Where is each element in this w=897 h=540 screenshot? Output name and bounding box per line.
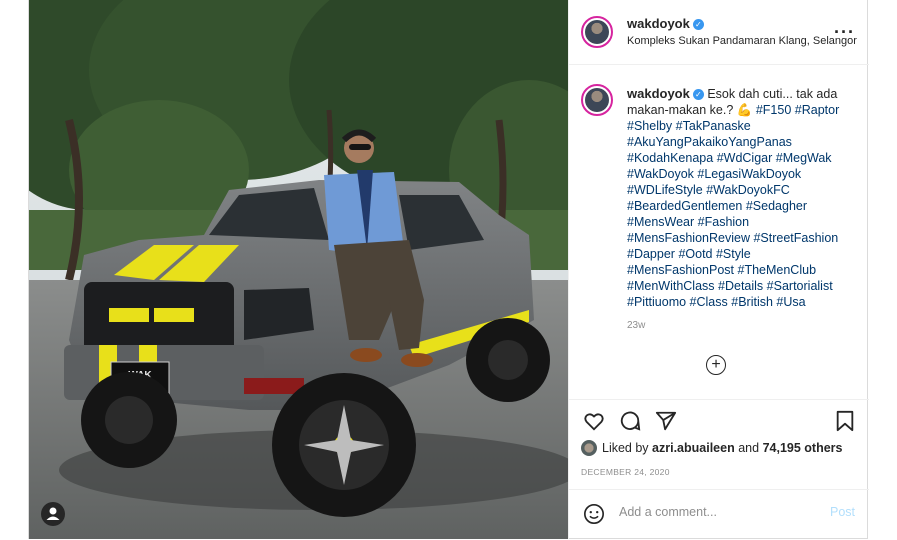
post-sidebar: wakdoyok ✓ Kompleks Sukan Pandamaran Klan… — [568, 0, 869, 539]
caption-avatar[interactable] — [581, 84, 613, 116]
hashtag-link[interactable]: #MensFashionReview — [627, 231, 750, 245]
heart-icon[interactable] — [583, 410, 605, 432]
liked-by-prefix: Liked by — [602, 441, 649, 455]
hashtag-link[interactable]: #Details — [718, 279, 763, 293]
author-avatar[interactable] — [581, 16, 613, 48]
hashtag-link[interactable]: #AkuYangPakaikoYangPanas — [627, 135, 792, 149]
hashtag-link[interactable]: #MensWear — [627, 215, 694, 229]
caption-username[interactable]: wakdoyok — [627, 86, 690, 101]
hashtag-link[interactable]: #TheMenClub — [738, 263, 817, 277]
share-icon[interactable] — [655, 410, 677, 432]
hashtag-link[interactable]: #Dapper — [627, 247, 675, 261]
truck-photo-illustration: WAK 8055 — [29, 0, 568, 539]
others-count[interactable]: 74,195 others — [763, 441, 843, 455]
hashtag-link[interactable]: #KodahKenapa — [627, 151, 713, 165]
comment-icon[interactable] — [619, 410, 641, 432]
hashtag-link[interactable]: #Sedagher — [746, 199, 807, 213]
hashtag-link[interactable]: #MegWak — [776, 151, 832, 165]
comment-input[interactable]: Add a comment... — [619, 505, 717, 519]
liker-avatar[interactable] — [581, 440, 597, 456]
author-username[interactable]: wakdoyok — [627, 16, 690, 31]
hashtag-link[interactable]: #TakPanaske — [676, 119, 751, 133]
hashtag-link[interactable]: #WdCigar — [717, 151, 773, 165]
hashtag-link[interactable]: #WakDoyokFC — [706, 183, 790, 197]
caption-text: wakdoyok ✓ Esok dah cuti... tak ada makan… — [627, 86, 857, 310]
hashtag-link[interactable]: #F150 — [756, 103, 791, 117]
add-comment-icon[interactable]: + — [706, 355, 726, 375]
hashtag-link[interactable]: #WDLifeStyle — [627, 183, 703, 197]
post-comment-button[interactable]: Post — [830, 505, 855, 519]
hashtag-link[interactable]: #MensFashionPost — [627, 263, 734, 277]
hashtag-link[interactable]: #BeardedGentlemen — [627, 199, 742, 213]
post-photo[interactable]: WAK 8055 — [29, 0, 568, 539]
comment-box: Add a comment... Post — [569, 489, 869, 540]
post-location[interactable]: Kompleks Sukan Pandamaran Klang, Selango… — [627, 35, 857, 47]
hashtag-link[interactable]: #Usa — [776, 295, 805, 309]
more-options-icon[interactable]: ··· — [834, 22, 855, 43]
post-date[interactable]: DECEMBER 24, 2020 — [581, 467, 670, 477]
hashtag-link[interactable]: #Class — [690, 295, 728, 309]
caption-block: wakdoyok ✓ Esok dah cuti... tak ada makan… — [581, 80, 861, 331]
hashtag-link[interactable]: #Ootd — [678, 247, 712, 261]
likes-summary: Liked by azri.abuaileen and 74,195 other… — [581, 440, 861, 456]
hashtag-link[interactable]: #WakDoyok — [627, 167, 694, 181]
liked-by-user[interactable]: azri.abuaileen — [652, 441, 735, 455]
hashtag-link[interactable]: #Shelby — [627, 119, 672, 133]
liked-by-and: and — [738, 441, 760, 455]
hashtag-link[interactable]: #Sartorialist — [767, 279, 833, 293]
action-bar — [569, 399, 869, 440]
hashtag-link[interactable]: #StreetFashion — [753, 231, 838, 245]
bookmark-icon[interactable] — [835, 410, 855, 432]
hashtag-link[interactable]: #Style — [716, 247, 751, 261]
post-time-ago[interactable]: 23w — [627, 320, 645, 331]
hashtag-link[interactable]: #Fashion — [698, 215, 749, 229]
verified-badge-icon: ✓ — [692, 19, 704, 30]
hashtag-link[interactable]: #MenWithClass — [627, 279, 715, 293]
hashtag-link[interactable]: #LegasiWakDoyok — [697, 167, 801, 181]
hashtag-link[interactable]: #British — [731, 295, 773, 309]
emoji-icon[interactable] — [583, 503, 605, 525]
verified-badge-icon: ✓ — [692, 89, 704, 100]
hashtag-link[interactable]: #Raptor — [795, 103, 839, 117]
post-frame: WAK 8055 — [28, 0, 869, 539]
post-header: wakdoyok ✓ Kompleks Sukan Pandamaran Klan… — [569, 0, 869, 65]
hashtag-link[interactable]: #Pittiuomo — [627, 295, 686, 309]
user-tag-icon[interactable] — [41, 502, 65, 526]
hashtag-list: #F150 #Raptor #Shelby #TakPanaske #AkuYa… — [627, 103, 839, 309]
